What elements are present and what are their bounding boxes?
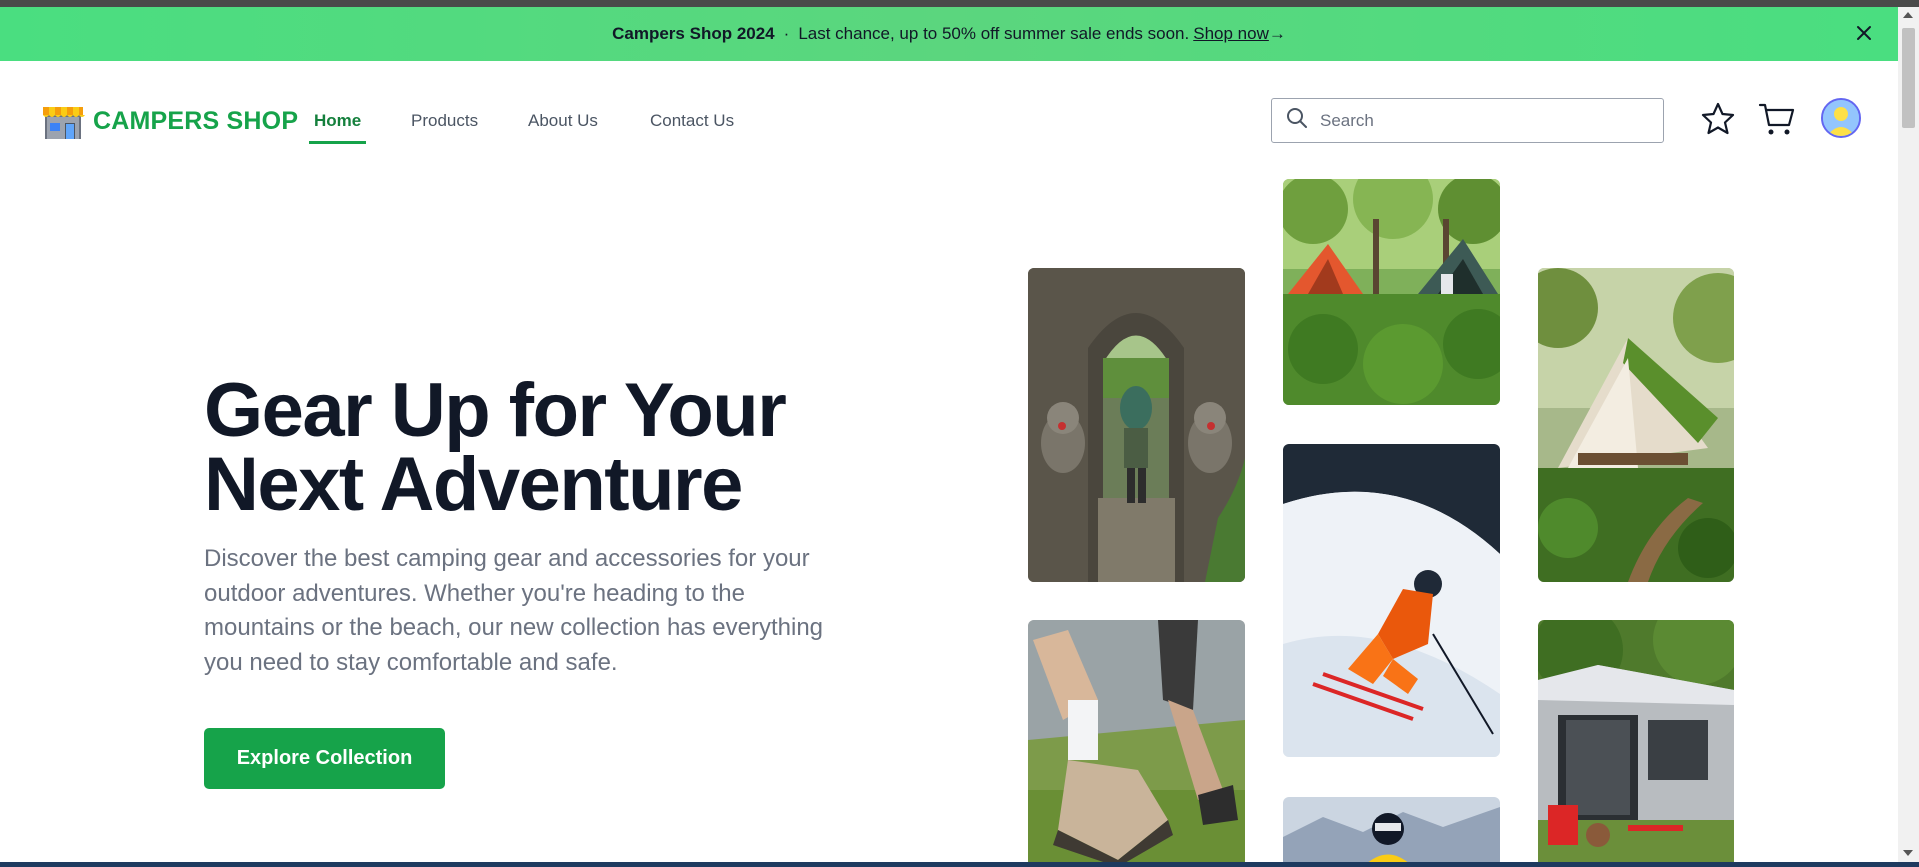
page-scrollbar[interactable] — [1898, 7, 1919, 862]
skier-image — [1283, 444, 1500, 757]
hero-description: Discover the best camping gear and acces… — [204, 545, 824, 676]
nav-home[interactable]: Home — [314, 111, 361, 131]
nav-products[interactable]: Products — [411, 111, 478, 131]
window-top-strip — [0, 0, 1919, 7]
explore-collection-button[interactable]: Explore Collection — [204, 728, 445, 789]
store-icon — [41, 99, 85, 143]
cart-icon[interactable] — [1758, 101, 1796, 142]
search-box[interactable] — [1271, 98, 1664, 143]
avatar[interactable] — [1821, 98, 1861, 138]
banner-brand: Campers Shop 2024 — [612, 24, 775, 43]
mountain-portrait-image — [1283, 797, 1500, 867]
banner-message: Last chance, up to 50% off summer sale e… — [798, 24, 1190, 43]
shop-now-link[interactable]: Shop now — [1193, 24, 1269, 44]
search-icon — [1286, 107, 1308, 134]
search-input[interactable] — [1320, 110, 1640, 131]
logo[interactable]: CAMPERS SHOP — [41, 99, 298, 143]
close-icon[interactable] — [1852, 21, 1876, 45]
scroll-thumb[interactable] — [1902, 28, 1915, 128]
scroll-up-icon[interactable] — [1903, 12, 1913, 18]
hero-title: Gear Up for Your Next Adventure — [204, 373, 904, 523]
banner-separator: · — [783, 24, 790, 43]
nav-contact-us[interactable]: Contact Us — [650, 111, 734, 131]
logo-text: CAMPERS SHOP — [93, 106, 299, 135]
hiking-boots-image — [1028, 620, 1245, 867]
temple-hiker-image — [1028, 268, 1245, 582]
star-icon[interactable] — [1700, 101, 1736, 142]
window-bottom-strip — [0, 862, 1919, 867]
moss-cabin-image — [1538, 268, 1734, 582]
nav-active-indicator — [309, 141, 366, 144]
nav-about-us[interactable]: About Us — [528, 111, 598, 131]
main-navbar: CAMPERS SHOP Home Products About Us Cont… — [0, 61, 1898, 181]
hero-title-line2: Next Adventure — [204, 442, 743, 527]
arrow-right-icon: → — [1268, 24, 1286, 43]
scroll-down-icon[interactable] — [1903, 850, 1913, 856]
forest-tents-image — [1283, 179, 1500, 405]
announcement-banner: Campers Shop 2024 · Last chance, up to 5… — [0, 7, 1898, 61]
hero-title-line1: Gear Up for Your — [204, 368, 787, 453]
camper-van-image — [1538, 620, 1734, 867]
